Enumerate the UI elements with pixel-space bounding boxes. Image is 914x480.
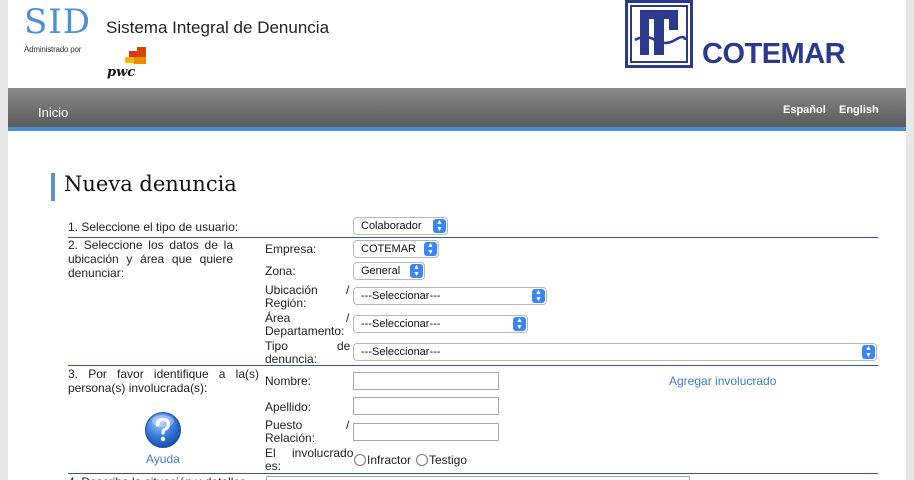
involucrado-label-top: El — [265, 446, 276, 460]
zona-value: General — [361, 265, 401, 277]
puesto-input[interactable] — [353, 423, 499, 441]
empresa-label: Empresa: — [265, 242, 317, 256]
involucrado-label-word: involucrado — [292, 446, 354, 460]
tipo-denuncia-select[interactable]: ---Seleccionar--- ▲ ▼ — [353, 343, 877, 361]
select-arrows-icon: ▲ ▼ — [410, 264, 423, 278]
pwc-logo: pwc — [107, 47, 151, 81]
testigo-label[interactable]: Testigo — [429, 453, 467, 467]
system-title: Sistema Integral de Denuncia — [106, 18, 330, 37]
tipo-label-top: Tipo — [265, 339, 288, 353]
testigo-radio[interactable] — [416, 454, 428, 466]
ubicacion-label-bottom: Región: — [265, 296, 307, 310]
step2-label: 2. Seleccione los datos de la ubicación … — [68, 238, 233, 280]
add-involved-link[interactable]: Agregar involucrado — [669, 374, 776, 388]
cotemar-logo-icon — [625, 0, 693, 68]
ubicacion-label-top: Ubicación — [265, 283, 318, 297]
ubicacion-label-slash: / — [346, 283, 350, 297]
area-label-top: Área — [265, 311, 291, 325]
apellido-label: Apellido: — [265, 400, 312, 414]
empresa-value: COTEMAR — [361, 243, 416, 255]
top-nav: Inicio Español English — [8, 88, 906, 127]
involucrado-label-bottom: es: — [265, 459, 282, 473]
select-arrows-icon: ▲ ▼ — [532, 289, 545, 303]
puesto-label-top: Puesto — [265, 418, 303, 432]
area-value: ---Seleccionar--- — [361, 318, 441, 330]
infractor-radio[interactable] — [354, 454, 366, 466]
user-type-select[interactable]: Colaborador ▲ ▼ — [353, 217, 448, 235]
header: SID Administrado por pwc Sistema Integra… — [8, 0, 906, 88]
area-label-slash: / — [346, 311, 350, 325]
nav-accent-line — [8, 127, 906, 131]
infractor-label[interactable]: Infractor — [367, 453, 411, 467]
apellido-input[interactable] — [353, 397, 499, 415]
puesto-label-slash: / — [346, 418, 350, 432]
zona-select[interactable]: General ▲ ▼ — [353, 262, 425, 280]
row-divider — [68, 365, 878, 366]
nombre-input[interactable] — [353, 372, 499, 390]
help-icon[interactable] — [144, 411, 182, 449]
row-divider — [68, 473, 878, 474]
lang-spanish-link[interactable]: Español — [783, 104, 826, 116]
sid-logo[interactable]: SID — [24, 2, 91, 42]
empresa-select[interactable]: COTEMAR ▲ ▼ — [353, 240, 439, 258]
description-textarea[interactable] — [266, 476, 690, 480]
select-arrows-icon: ▲ ▼ — [433, 219, 446, 233]
tipo-denuncia-value: ---Seleccionar--- — [361, 346, 441, 358]
zona-label: Zona: — [265, 264, 296, 278]
tipo-label-bottom: denuncia: — [265, 352, 318, 366]
cotemar-wordmark: COTEMAR — [702, 38, 846, 70]
select-arrows-icon: ▲ ▼ — [513, 317, 526, 331]
user-type-value: Colaborador — [361, 220, 422, 232]
tipo-label-de: de — [337, 339, 351, 353]
select-arrows-icon: ▲ ▼ — [424, 242, 437, 256]
page-title: Nueva denuncia — [64, 172, 237, 196]
area-label-bottom: Departamento: — [265, 324, 345, 338]
ubicacion-select[interactable]: ---Seleccionar--- ▲ ▼ — [353, 287, 547, 305]
select-arrows-icon: ▲ ▼ — [862, 345, 875, 359]
administered-by-label: Administrado por — [24, 45, 82, 54]
page-frame: SID Administrado por pwc Sistema Integra… — [8, 0, 906, 480]
step4-label: 4. Describa la situación y detalles — [68, 475, 261, 480]
lang-english-link[interactable]: English — [839, 104, 879, 116]
help-label[interactable]: Ayuda — [146, 452, 180, 466]
step1-label: 1. Seleccione el tipo de usuario: — [68, 220, 239, 234]
step3-label: 3. Por favor identifique a la(s) persona… — [68, 367, 259, 395]
area-select[interactable]: ---Seleccionar--- ▲ ▼ — [353, 315, 528, 333]
title-accent-bar — [51, 173, 55, 201]
puesto-label-bottom: Relación: — [265, 431, 316, 445]
pwc-logo-text: pwc — [107, 65, 136, 80]
nav-home-link[interactable]: Inicio — [38, 105, 68, 120]
nombre-label: Nombre: — [265, 374, 312, 388]
ubicacion-value: ---Seleccionar--- — [361, 290, 441, 302]
